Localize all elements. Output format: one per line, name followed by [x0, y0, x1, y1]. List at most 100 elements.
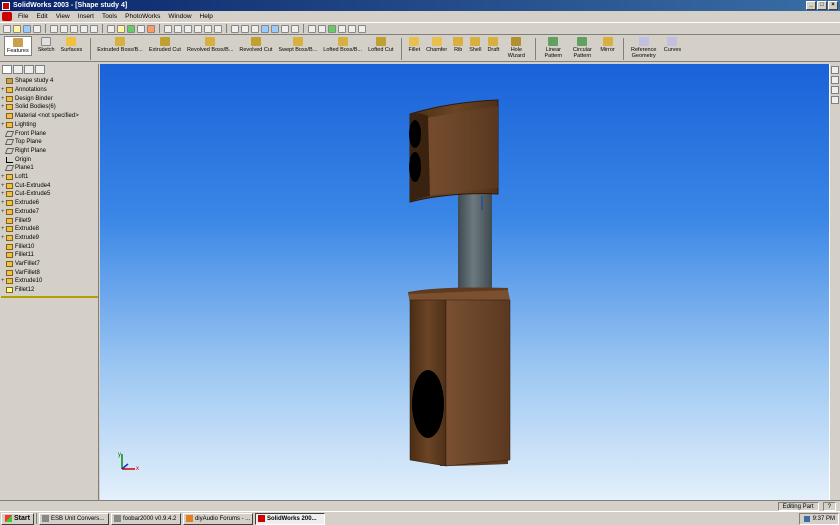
menu-view[interactable]: View — [52, 13, 74, 20]
zoom-area-icon[interactable] — [174, 24, 182, 33]
cm-features[interactable]: Features — [4, 36, 32, 56]
configuration-manager-tab-icon[interactable] — [24, 65, 34, 74]
tree-node[interactable]: + Extrude8 — [1, 225, 39, 234]
cm-revolved-boss[interactable]: Revolved Boss/B... — [187, 36, 233, 53]
photoworks-render-icon[interactable] — [328, 24, 336, 33]
cm-extruded-cut[interactable]: Extruded Cut — [149, 36, 181, 53]
photoworks-material-icon[interactable] — [348, 24, 356, 33]
photoworks-options-icon[interactable] — [338, 24, 346, 33]
task-solidworks[interactable]: SolidWorks 200... — [254, 512, 325, 525]
tree-node[interactable]: Front Plane — [1, 129, 46, 138]
section-view-icon[interactable] — [308, 24, 316, 33]
file-explorer-icon[interactable] — [831, 86, 839, 94]
rotate-icon[interactable] — [204, 24, 212, 33]
undo-icon[interactable] — [80, 24, 88, 33]
feature-manager-tab-icon[interactable] — [2, 65, 12, 74]
task-esb-unit-converter[interactable]: ESB Unit Convers... — [38, 512, 109, 525]
cm-hole-wizard[interactable]: Hole Wizard — [505, 36, 527, 59]
cm-rib[interactable]: Rib — [453, 36, 464, 53]
tree-node[interactable]: Fillet11 — [1, 251, 34, 260]
title-bar[interactable]: SolidWorks 2003 - [Shape study 4] _ □ × — [0, 0, 840, 11]
menu-window[interactable]: Window — [164, 13, 195, 20]
cut-icon[interactable] — [50, 24, 58, 33]
tree-node[interactable]: + Extrude10 — [1, 277, 42, 286]
menu-help[interactable]: Help — [196, 13, 217, 20]
menu-photoworks[interactable]: PhotoWorks — [121, 13, 164, 20]
zoom-in-out-icon[interactable] — [184, 24, 192, 33]
tree-node[interactable]: Plane1 — [1, 164, 34, 173]
cm-surfaces[interactable]: Surfaces — [61, 36, 82, 53]
tree-node[interactable]: Material <not specified> — [1, 112, 79, 121]
tree-node[interactable]: Fillet12 — [1, 286, 34, 295]
tree-node[interactable]: Origin — [1, 155, 31, 164]
tree-node[interactable]: + Design Binder — [1, 94, 53, 103]
cm-fillet[interactable]: Fillet — [408, 36, 420, 53]
help-icon[interactable] — [147, 24, 155, 33]
graphics-area[interactable]: y x — [100, 64, 829, 500]
open-icon[interactable] — [13, 24, 21, 33]
stand-pipe[interactable] — [458, 194, 492, 294]
shadows-icon[interactable] — [281, 24, 289, 33]
property-manager-tab-icon[interactable] — [13, 65, 23, 74]
tree-node[interactable]: + Extrude7 — [1, 208, 39, 217]
menu-tools[interactable]: Tools — [98, 13, 121, 20]
options-icon[interactable] — [137, 24, 145, 33]
tweeter-hole[interactable] — [409, 120, 421, 148]
photoworks-tab-icon[interactable] — [35, 65, 45, 74]
tree-node[interactable]: + Cut-Extrude4 — [1, 181, 50, 190]
tree-node[interactable]: Fillet10 — [1, 242, 34, 251]
rebuild-icon[interactable] — [127, 24, 135, 33]
rollback-bar[interactable] — [1, 295, 98, 298]
cm-extruded-boss[interactable]: Extruded Boss/B... — [97, 36, 143, 53]
menu-edit[interactable]: Edit — [32, 13, 51, 20]
minimize-button[interactable]: _ — [806, 1, 816, 10]
copy-icon[interactable] — [60, 24, 68, 33]
start-button[interactable]: Start — [1, 512, 34, 525]
tree-node[interactable]: + Solid Bodies(6) — [1, 103, 56, 112]
photoworks-scene-icon[interactable] — [358, 24, 366, 33]
tray-volume-icon[interactable] — [803, 516, 810, 522]
tree-node[interactable]: + Extrude6 — [1, 199, 39, 208]
tree-node[interactable]: Right Plane — [1, 147, 46, 156]
task-foobar[interactable]: foobar2000 v0.9.4.2 — [110, 512, 181, 525]
maximize-button[interactable]: □ — [817, 1, 827, 10]
hidden-removed-icon[interactable] — [251, 24, 259, 33]
appearance-icon[interactable] — [831, 76, 839, 84]
save-icon[interactable] — [23, 24, 31, 33]
cm-circular-pattern[interactable]: Circular Pattern — [570, 36, 594, 59]
tree-node[interactable]: + Extrude9 — [1, 234, 39, 243]
close-button[interactable]: × — [828, 1, 838, 10]
menu-insert[interactable]: Insert — [74, 13, 98, 20]
tree-node[interactable]: + Cut-Extrude5 — [1, 190, 50, 199]
tree-node[interactable]: + Loft1 — [1, 173, 28, 182]
tree-node[interactable]: VarFillet7 — [1, 260, 40, 269]
cm-swept-boss[interactable]: Swept Boss/B... — [278, 36, 317, 53]
bottom-enclosure-side[interactable] — [445, 299, 511, 467]
tree-node[interactable]: Fillet9 — [1, 216, 31, 225]
solidworks-logo-icon[interactable] — [2, 11, 12, 21]
cm-lofted-cut[interactable]: Lofted Cut — [368, 36, 393, 53]
new-icon[interactable] — [3, 24, 11, 33]
shaded-icon[interactable] — [271, 24, 279, 33]
tree-node[interactable]: + Lighting — [1, 121, 36, 130]
tree-node[interactable]: Top Plane — [1, 138, 42, 147]
help-button[interactable]: ? — [822, 501, 836, 511]
task-diyaudio[interactable]: diyAudio Forums - ... — [182, 512, 253, 525]
print-icon[interactable] — [33, 24, 41, 33]
redo-icon[interactable] — [90, 24, 98, 33]
cm-curves[interactable]: Curves — [664, 36, 681, 53]
select-icon[interactable] — [107, 24, 115, 33]
cm-chamfer[interactable]: Chamfer — [426, 36, 447, 53]
hidden-lines-icon[interactable] — [241, 24, 249, 33]
tree-node[interactable]: + Annotations — [1, 86, 47, 95]
cm-linear-pattern[interactable]: Linear Pattern — [542, 36, 564, 59]
tree-node[interactable]: Shape study 4 — [1, 77, 53, 86]
cm-shell[interactable]: Shell — [469, 36, 481, 53]
tree-node[interactable]: VarFillet8 — [1, 268, 40, 277]
wireframe-icon[interactable] — [231, 24, 239, 33]
view-orientation-icon[interactable] — [318, 24, 326, 33]
cm-reference-geometry[interactable]: Reference Geometry — [630, 36, 658, 59]
cm-mirror[interactable]: Mirror — [600, 36, 615, 53]
cm-sketch[interactable]: Sketch — [38, 36, 55, 53]
perspective-icon[interactable] — [291, 24, 299, 33]
